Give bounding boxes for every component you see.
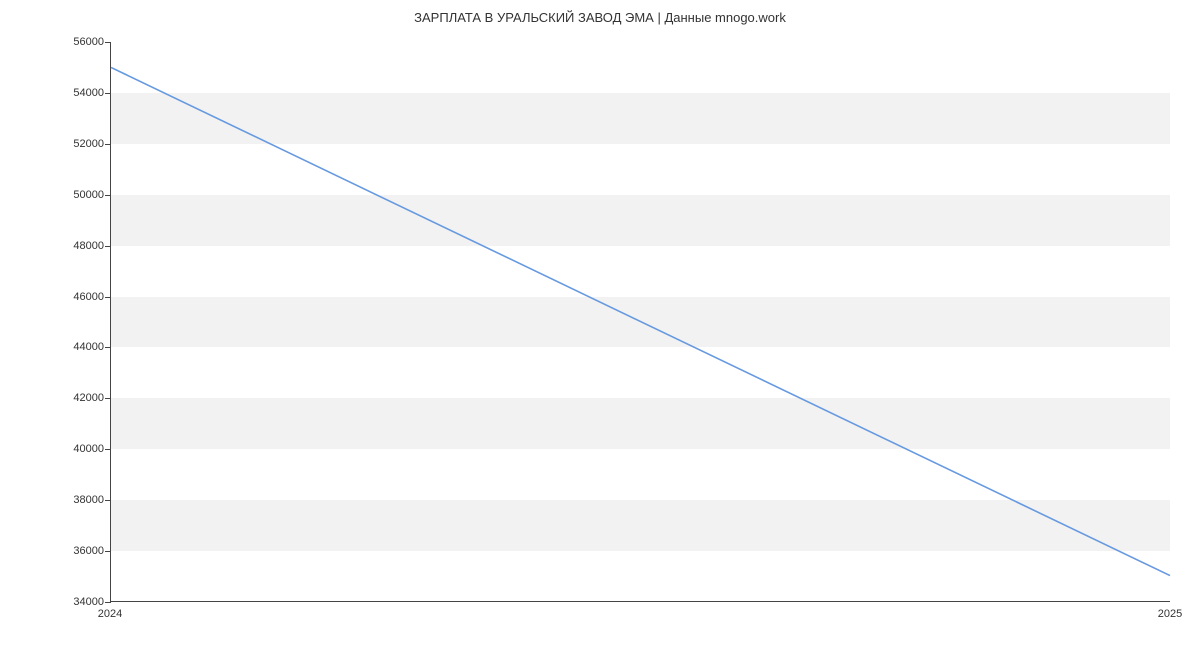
y-tick-label: 44000 [24,341,104,353]
y-tick-label: 54000 [24,87,104,99]
chart-container: ЗАРПЛАТА В УРАЛЬСКИЙ ЗАВОД ЭМА | Данные … [0,0,1200,650]
x-tick-label: 2024 [98,608,122,620]
y-tick-mark [105,398,111,399]
data-line [111,67,1170,575]
y-tick-label: 40000 [24,443,104,455]
y-tick-mark [105,246,111,247]
x-tick-label: 2025 [1158,608,1182,620]
y-tick-mark [105,449,111,450]
y-tick-mark [105,144,111,145]
line-series [111,42,1170,601]
y-tick-label: 52000 [24,138,104,150]
y-tick-mark [105,551,111,552]
y-tick-label: 50000 [24,189,104,201]
y-tick-mark [105,297,111,298]
y-tick-label: 38000 [24,494,104,506]
y-tick-label: 34000 [24,596,104,608]
y-tick-label: 48000 [24,240,104,252]
y-tick-mark [105,195,111,196]
y-tick-label: 36000 [24,545,104,557]
y-tick-label: 56000 [24,36,104,48]
y-tick-mark [105,500,111,501]
y-tick-mark [105,347,111,348]
y-tick-label: 46000 [24,291,104,303]
plot-area [110,42,1170,602]
y-tick-label: 42000 [24,392,104,404]
chart-title: ЗАРПЛАТА В УРАЛЬСКИЙ ЗАВОД ЭМА | Данные … [0,10,1200,25]
y-tick-mark [105,602,111,603]
y-tick-mark [105,93,111,94]
y-tick-mark [105,42,111,43]
